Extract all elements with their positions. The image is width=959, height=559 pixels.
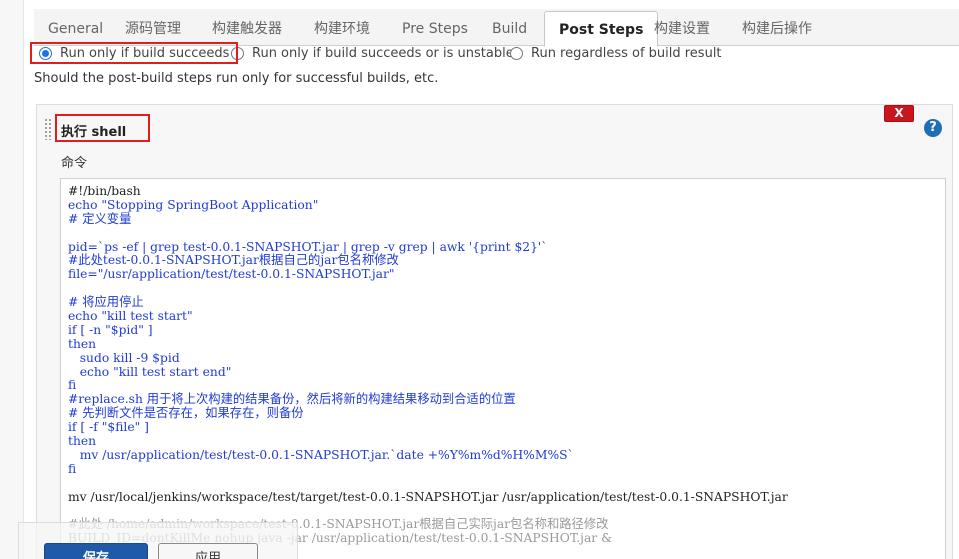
code-line: #此处test-0.0.1-SNAPSHOT.jar根据自己的jar包名称修改 [68,253,399,268]
code-line: if [ -n "$pid" ] [68,322,153,337]
tab-build-environment[interactable]: 构建环境 [300,9,384,46]
code-line: echo "Stopping SpringBoot Application" [68,197,319,212]
tab-source-control[interactable]: 源码管理 [111,9,195,46]
code-line: mv /usr/local/jenkins/workspace/test/tar… [68,489,788,504]
code-line: # 定义变量 [68,211,132,226]
code-line: sudo kill -9 $pid [68,350,180,365]
tab-build[interactable]: Build [478,9,541,46]
code-line: #!/bin/bash [68,184,141,198]
tab-general[interactable]: General [34,9,117,46]
command-label: 命令 [61,156,88,171]
command-textarea[interactable]: #!/bin/bash echo "Stopping SpringBoot App… [60,178,946,559]
radio-label: Run only if build succeeds or is unstabl… [252,45,514,61]
radio-button[interactable] [510,46,523,60]
code-line: echo "kill test start end" [68,364,232,379]
code-line: # 将应用停止 [68,295,144,310]
code-line: # 先判断文件是否存在，如果存在，则备份 [68,406,304,421]
code-line: file="/usr/application/test/test-0.0.1-S… [68,267,395,282]
highlight-annotation-box [55,114,150,142]
config-tab-bar: General 源码管理 构建触发器 构建环境 Pre Steps Build … [34,9,959,47]
save-button[interactable]: 保存 [44,543,148,559]
code-line: then [68,434,97,449]
radio-option-regardless[interactable]: Run regardless of build result [510,44,722,62]
command-code: #!/bin/bash echo "Stopping SpringBoot App… [68,184,788,546]
apply-button[interactable]: 应用 [158,543,258,559]
code-line: echo "kill test start" [68,309,193,324]
code-line: if [ -f "$file" ] [68,420,149,435]
post-steps-help-text: Should the post-build steps run only for… [34,71,439,86]
radio-label: Run regardless of build result [531,45,722,61]
code-line: then [68,336,97,351]
code-line: fi [68,461,77,476]
tab-build-settings[interactable]: 构建设置 [640,9,724,46]
left-gutter [0,0,24,559]
drag-handle-icon[interactable] [44,118,52,140]
radio-option-succeeds-or-unstable[interactable]: Run only if build succeeds or is unstabl… [231,44,514,62]
delete-step-button[interactable]: X [884,105,914,122]
code-line: mv /usr/application/test/test-0.0.1-SNAP… [68,447,574,462]
tab-post-build-actions[interactable]: 构建后操作 [728,9,826,46]
tab-build-triggers[interactable]: 构建触发器 [198,9,296,46]
tab-pre-steps[interactable]: Pre Steps [388,9,482,46]
highlight-annotation-box [30,42,238,64]
help-icon[interactable]: ? [924,119,942,137]
